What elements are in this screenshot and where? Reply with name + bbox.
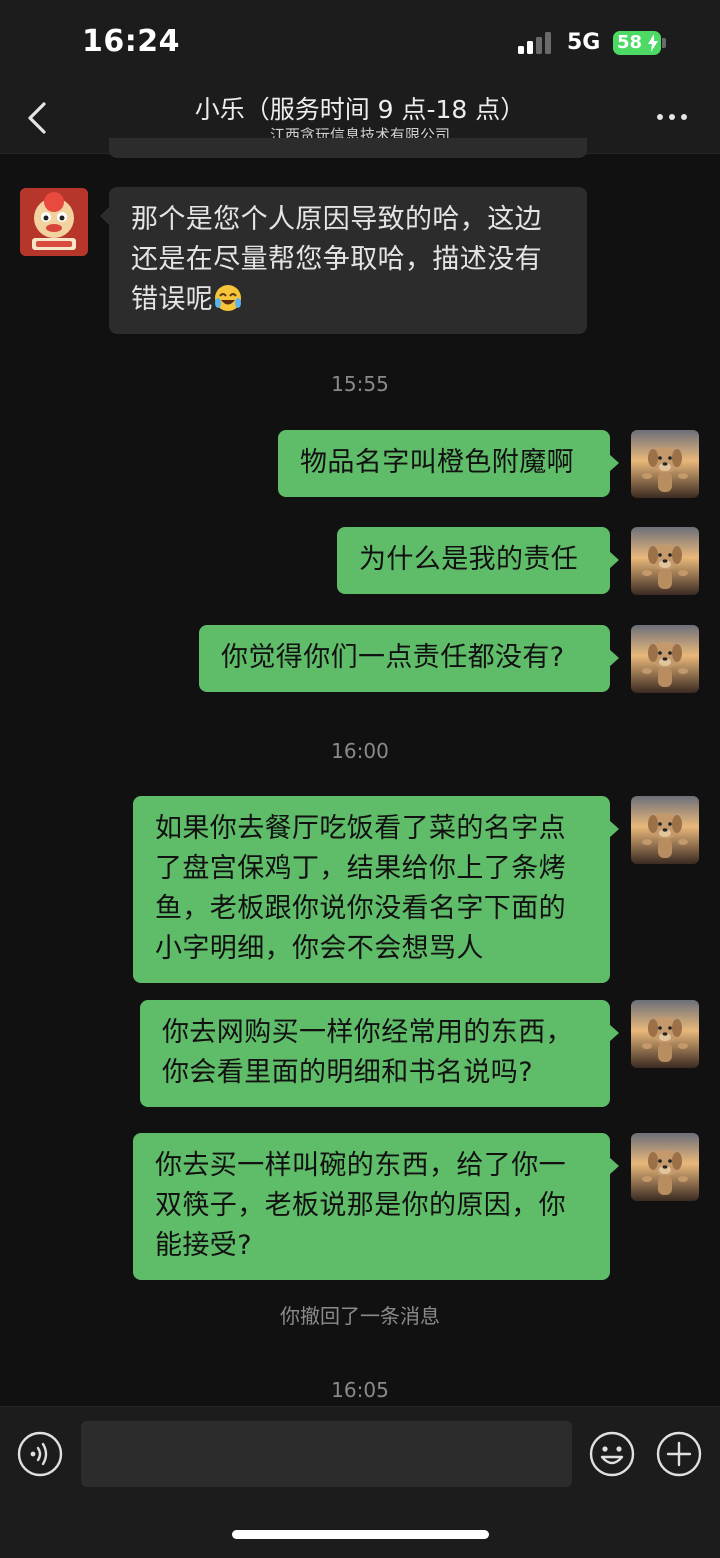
message-bubble-outgoing[interactable]: 为什么是我的责任 [337,527,619,594]
timestamp: 16:05 [331,1378,389,1402]
message-bubble-outgoing[interactable]: 你去买一样叫碗的东西，给了你一双筷子，老板说那是你的原因，你能接受? [133,1133,619,1280]
user-avatar[interactable] [631,527,699,595]
message-text: 为什么是我的责任 [359,544,579,575]
home-indicator[interactable] [232,1530,489,1539]
recall-notice: 你撤回了一条消息 [280,1304,440,1328]
smiley-icon[interactable] [589,1431,635,1477]
message-text: 如果你去餐厅吃饭看了菜的名字点了盘宫保鸡丁，结果给你上了条烤鱼，老板跟你说你没看… [155,813,566,964]
message-bubble-outgoing[interactable]: 你觉得你们一点责任都没有? [199,625,619,692]
battery-indicator: 58 [613,31,661,55]
user-avatar[interactable] [631,430,699,498]
status-time: 16:24 [82,24,180,59]
laughing-crying-emoji [215,285,242,311]
battery-level: 58 [617,32,643,53]
previous-message-bubble[interactable] [109,138,587,158]
agent-avatar[interactable] [20,188,88,256]
user-avatar[interactable] [631,625,699,693]
message-bubble-incoming[interactable]: 那个是您个人原因导致的哈，这边还是在尽量帮您争取哈，描述没有错误呢 [100,187,587,334]
user-avatar[interactable] [631,1133,699,1201]
voice-icon[interactable] [17,1431,63,1477]
user-avatar[interactable] [631,1000,699,1068]
message-text: 那个是您个人原因导致的哈，这边还是在尽量帮您争取哈，描述没有错误呢 [131,204,542,315]
battery-cap [662,38,666,48]
cellular-signal-icon [518,32,551,54]
more-dots-icon[interactable] [654,112,690,122]
message-bubble-outgoing[interactable]: 如果你去餐厅吃饭看了菜的名字点了盘宫保鸡丁，结果给你上了条烤鱼，老板跟你说你没看… [133,796,619,983]
timestamp: 15:55 [331,372,389,396]
message-text: 你去网购买一样你经常用的东西，你会看里面的明细和书名说吗? [162,1017,573,1088]
message-text: 物品名字叫橙色附魔啊 [300,447,574,478]
message-text: 你觉得你们一点责任都没有? [221,642,565,673]
status-bar: 16:24 5G 58 [0,0,720,86]
plus-icon[interactable] [656,1431,702,1477]
message-bubble-outgoing[interactable]: 物品名字叫橙色附魔啊 [278,430,619,497]
user-avatar[interactable] [631,796,699,864]
chat-title: 小乐（服务时间 9 点-18 点） [194,95,526,124]
timestamp: 16:00 [331,739,389,763]
network-type: 5G [567,30,601,55]
message-bubble-outgoing[interactable]: 你去网购买一样你经常用的东西，你会看里面的明细和书名说吗? [140,1000,619,1107]
message-input[interactable] [81,1421,572,1487]
charging-bolt-icon [648,34,658,52]
message-text: 你去买一样叫碗的东西，给了你一双筷子，老板说那是你的原因，你能接受? [155,1150,566,1261]
